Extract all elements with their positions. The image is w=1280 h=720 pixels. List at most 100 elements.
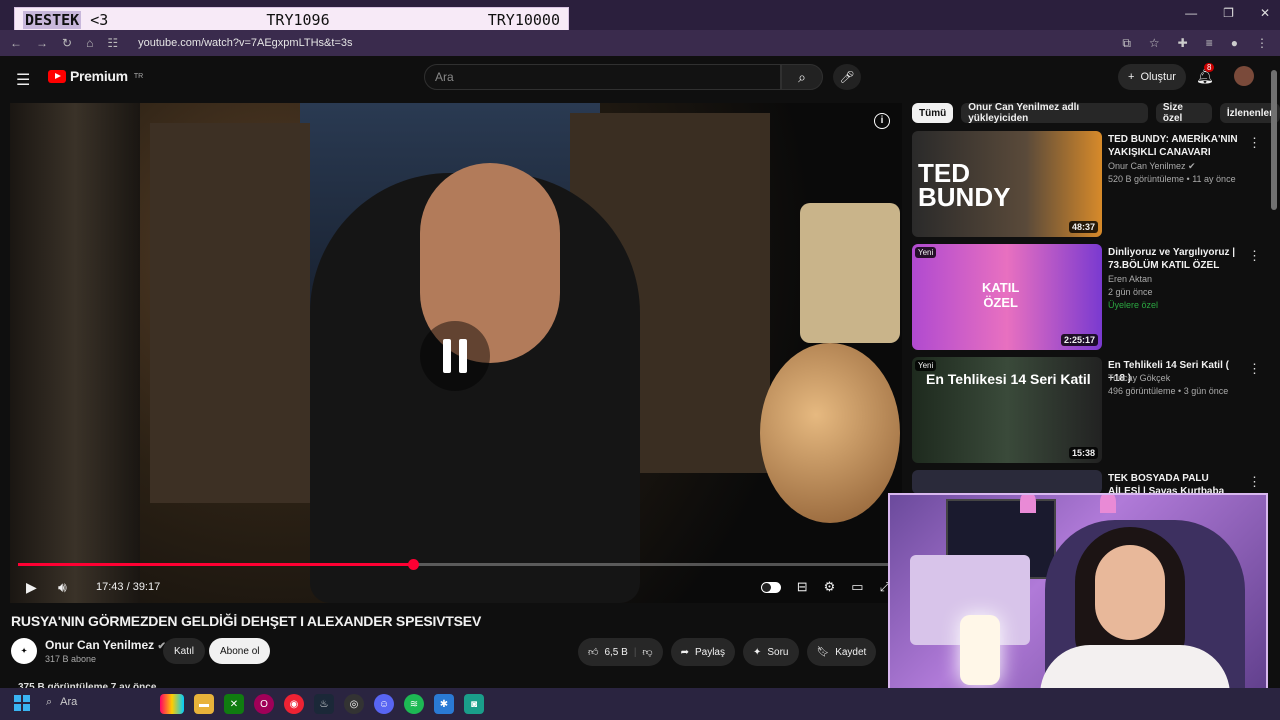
recommendation-item[interactable]: TED BUNDY 48:37 TED BUNDY: AMERİKA'NIN YA…: [912, 131, 1262, 237]
close-icon[interactable]: ✕: [1260, 6, 1270, 20]
search-button[interactable]: ⌕: [781, 64, 823, 90]
more-options-icon[interactable]: ⋮: [1248, 248, 1261, 264]
channel-row: ✦ Onur Can Yenilmez ✔ 317 B abone Katıl …: [11, 636, 891, 668]
account-avatar[interactable]: [1234, 66, 1254, 86]
video-player[interactable]: i ▶ 🔊︎ 17:43 / 39:17 ⊟ ⚙ ▭ ⤢: [10, 103, 902, 603]
forward-icon[interactable]: →: [36, 36, 48, 50]
url-field[interactable]: youtube.com/watch?v=7AEgxpmLTHs&t=3s: [138, 37, 352, 49]
share-label: Paylaş: [694, 646, 725, 658]
duration-badge: 15:38: [1068, 447, 1098, 459]
more-options-icon[interactable]: ⋮: [1248, 474, 1261, 490]
extensions-icon[interactable]: ✚: [1178, 36, 1188, 51]
recommendation-item[interactable]: TEK BOSYADA PALU AİLESİ | Savaş Kurtbaba…: [912, 470, 1262, 510]
more-options-icon[interactable]: ⋮: [1248, 135, 1261, 151]
discord-icon[interactable]: ☺: [374, 694, 394, 714]
browser-menu-icon[interactable]: ⋮: [1256, 36, 1268, 51]
notifications-button[interactable]: 🔔︎ 8: [1196, 63, 1215, 85]
voice-search-button[interactable]: 🎤︎: [833, 64, 861, 90]
chip-all[interactable]: Tümü: [912, 103, 954, 123]
share-button[interactable]: ➦ Paylaş: [670, 638, 735, 666]
recommendation-channel[interactable]: Onur Can Yenilmez ✔: [1108, 161, 1196, 172]
donation-label: DESTEK: [23, 10, 82, 29]
home-icon[interactable]: ⌂: [86, 36, 93, 50]
ask-label: Soru: [767, 646, 789, 658]
channel-name[interactable]: Onur Can Yenilmez ✔: [45, 638, 166, 652]
opera-icon[interactable]: O: [254, 694, 274, 714]
chip-for-you[interactable]: Size özel: [1155, 102, 1212, 124]
subtitles-icon[interactable]: ⊟: [797, 579, 808, 595]
autoplay-toggle[interactable]: [760, 581, 781, 593]
thumbs-up-icon: 👍︎: [588, 647, 599, 658]
minimize-icon[interactable]: —: [1185, 6, 1197, 20]
join-button[interactable]: Katıl: [163, 638, 206, 664]
player-right-controls: ⊟ ⚙ ▭ ⤢: [760, 579, 890, 595]
webcam-lamp: [960, 615, 1000, 685]
app-icon[interactable]: ✱: [434, 694, 454, 714]
taskbar-search[interactable]: ⌕ Ara: [46, 696, 77, 709]
mic-icon: 🎤︎: [839, 70, 855, 84]
volume-icon[interactable]: 🔊︎: [58, 579, 67, 596]
sparkle-icon: ✦: [752, 646, 762, 658]
theater-mode-icon[interactable]: ▭: [851, 579, 863, 595]
settings-icon[interactable]: ⚙: [824, 579, 836, 595]
play-icon[interactable]: ▶: [26, 579, 37, 596]
webcam-streamer-face: [1095, 545, 1165, 640]
ask-button[interactable]: ✦ Soru: [742, 638, 799, 666]
recommendation-thumbnail[interactable]: TED BUNDY 48:37: [912, 131, 1102, 237]
like-button[interactable]: 👍︎ 6,5 B | 👎︎: [578, 638, 663, 666]
scrollbar-thumb[interactable]: [1271, 70, 1277, 210]
recommendation-channel[interactable]: Eren Aktan: [1108, 274, 1152, 284]
browser-actions: ⧉ ☆ ✚ ≡ ● ⋮: [1122, 36, 1268, 51]
bookmark-icon: 🔖︎: [816, 646, 830, 658]
subscriber-count: 317 B abone: [45, 654, 97, 664]
recommendation-title[interactable]: TED BUNDY: AMERİKA'NIN YAKIŞIKLI CANAVAR…: [1108, 133, 1238, 159]
recommendation-channel[interactable]: Tuncay Gökçek: [1108, 373, 1170, 383]
file-explorer-icon[interactable]: ▬: [194, 694, 214, 714]
chip-uploader[interactable]: Onur Can Yenilmez adlı yükleyiciden: [961, 102, 1148, 124]
recommendation-item[interactable]: Yeni KATIL ÖZEL 2:25:17 Dinliyoruz ve Yar…: [912, 244, 1262, 350]
bookmark-star-icon[interactable]: ☆: [1149, 36, 1160, 51]
recommendation-thumbnail[interactable]: [912, 470, 1102, 494]
reading-list-icon[interactable]: ≡: [1206, 36, 1213, 51]
progress-bar[interactable]: [18, 559, 894, 570]
search-input[interactable]: Ara: [424, 64, 781, 90]
create-button[interactable]: + Oluştur: [1118, 64, 1186, 90]
reload-icon[interactable]: ↻: [62, 36, 72, 50]
more-options-icon[interactable]: ⋮: [1248, 361, 1261, 377]
recommendation-thumbnail[interactable]: Yeni En Tehlikesi 14 Seri Katil 15:38: [912, 357, 1102, 463]
recommendation-item[interactable]: Yeni En Tehlikesi 14 Seri Katil 15:38 En…: [912, 357, 1262, 463]
info-icon[interactable]: i: [874, 113, 890, 129]
youtube-header: ☰ Premium TR Ara ⌕ 🎤︎ + Oluştur 🔔︎ 8: [0, 56, 1280, 100]
thumbs-down-icon[interactable]: 👎︎: [642, 646, 652, 658]
menu-icon[interactable]: ☰: [16, 70, 30, 90]
subscribe-button[interactable]: Abone ol: [209, 638, 271, 664]
donation-current: TRY1096: [266, 10, 330, 29]
channel-avatar[interactable]: ✦: [11, 638, 37, 664]
recommendation-title[interactable]: Dinliyoruz ve Yargılıyoruz | 73.BÖLÜM KA…: [1108, 246, 1238, 272]
profile-icon[interactable]: ●: [1231, 36, 1238, 51]
pause-button[interactable]: [420, 321, 490, 391]
logo-region: TR: [133, 72, 144, 80]
steam-icon[interactable]: ♨: [314, 694, 334, 714]
time-display: 17:43 / 39:17: [96, 581, 161, 593]
recommendation-thumbnail[interactable]: Yeni KATIL ÖZEL 2:25:17: [912, 244, 1102, 350]
chrome-icon[interactable]: ◉: [284, 694, 304, 714]
scene-telephone: [800, 203, 900, 343]
spotify-icon[interactable]: ≋: [404, 694, 424, 714]
page-scrollbar[interactable]: [1271, 60, 1277, 690]
save-button[interactable]: 🔖︎ Kaydet: [806, 638, 877, 666]
video-actions: 👍︎ 6,5 B | 👎︎ ➦ Paylaş ✦ Soru 🔖︎ Kaydet: [578, 638, 877, 666]
start-icon[interactable]: [14, 695, 30, 711]
back-icon[interactable]: ←: [10, 36, 22, 50]
scrubber-handle[interactable]: [408, 559, 420, 570]
obs-icon[interactable]: ◎: [344, 694, 364, 714]
widget-icon[interactable]: [160, 694, 184, 714]
restore-icon[interactable]: ❐: [1223, 6, 1234, 20]
app-icon[interactable]: ◙: [464, 694, 484, 714]
youtube-logo[interactable]: Premium TR: [48, 68, 143, 84]
cast-icon[interactable]: ⧉: [1122, 36, 1131, 51]
site-info-icon[interactable]: ☷: [107, 36, 118, 50]
recommendation-meta: 520 B görüntüleme • 11 ay önce: [1108, 174, 1236, 184]
xbox-icon[interactable]: ✕: [224, 694, 244, 714]
new-badge: Yeni: [915, 360, 937, 371]
